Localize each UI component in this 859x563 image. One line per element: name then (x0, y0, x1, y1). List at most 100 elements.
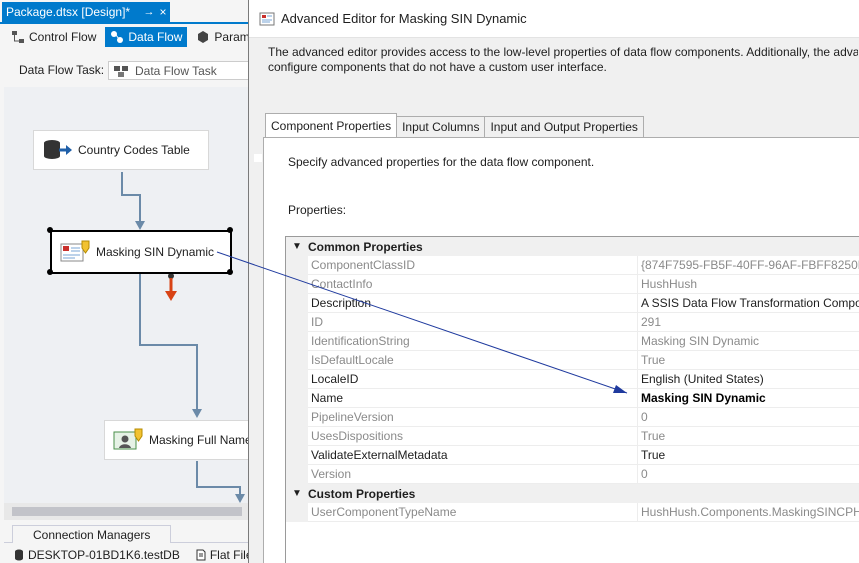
property-value[interactable]: A SSIS Data Flow Transformation Compon (638, 296, 859, 310)
component-masking-sin-dynamic[interactable]: Masking SIN Dynamic (50, 230, 232, 274)
row-gutter (286, 350, 308, 370)
connection-manager-label: Flat File Con (209, 547, 250, 562)
property-row[interactable]: Name Masking SIN Dynamic (286, 388, 859, 408)
data-flow-task-select[interactable]: Data Flow Task (108, 61, 258, 80)
property-row[interactable]: ContactInfo HushHush (286, 274, 859, 294)
database-connection-icon (15, 549, 23, 560)
pin-icon[interactable]: → (142, 6, 156, 18)
selection-handle[interactable] (227, 269, 233, 275)
property-name: ValidateExternalMetadata (308, 445, 638, 465)
property-name: Name (308, 388, 638, 408)
property-value: True (641, 353, 666, 367)
property-value: HushHush (641, 277, 698, 291)
flat-file-connection-icon (196, 549, 206, 560)
property-name: UserComponentTypeName (308, 502, 638, 522)
ssis-designer: Package.dtsx [Design]* → × Control Flow … (0, 0, 258, 563)
property-value: 291 (641, 315, 662, 329)
component-masking-full-name-label: Masking Full Name In (149, 433, 250, 447)
close-tab-icon[interactable]: × (156, 5, 170, 19)
advanced-editor-dialog: Advanced Editor for Masking SIN Dynamic … (248, 0, 859, 563)
property-grid[interactable]: ▼ Common Properties ComponentClassID {874… (285, 236, 859, 563)
dialog-title: Advanced Editor for Masking SIN Dynamic (281, 11, 527, 26)
property-value: HushHush.Components.MaskingSINCPH... (641, 505, 859, 519)
scrollbar-thumb[interactable] (12, 507, 242, 516)
property-row[interactable]: ID 291 (286, 312, 859, 332)
document-tab[interactable]: Package.dtsx [Design]* → × (2, 2, 170, 22)
property-row[interactable]: UsesDispositions True (286, 426, 859, 446)
document-tab-title: Package.dtsx [Design]* (6, 5, 131, 19)
property-name: ContactInfo (308, 274, 638, 294)
property-row[interactable]: Description A SSIS Data Flow Transformati… (286, 293, 859, 313)
tab-control-flow-label: Control Flow (29, 30, 97, 44)
properties-label: Properties: (288, 203, 347, 217)
property-value[interactable]: English (United States) (638, 372, 764, 386)
category-label: Custom Properties (308, 486, 416, 501)
property-row[interactable]: IdentificationString Masking SIN Dynamic (286, 331, 859, 351)
property-row[interactable]: IsDefaultLocale True (286, 350, 859, 370)
parameters-icon (198, 31, 209, 43)
property-row[interactable]: LocaleID English (United States) (286, 369, 859, 389)
document-tab-underline (0, 22, 250, 24)
tab-component-properties[interactable]: Component Properties (265, 113, 398, 137)
tab-control-flow[interactable]: Control Flow (6, 27, 101, 47)
row-gutter (286, 445, 308, 465)
tab-data-flow[interactable]: Data Flow (105, 27, 188, 47)
database-source-icon (44, 140, 72, 159)
common-properties-rows: ComponentClassID {874F7595-FB5F-40FF-96AF… (286, 255, 859, 484)
selection-handle[interactable] (47, 269, 53, 275)
property-value: {874F7595-FB5F-40FF-96AF-FBFF8250E3EF (641, 258, 859, 272)
row-gutter (286, 369, 308, 389)
property-name: Version (308, 464, 638, 484)
property-row[interactable]: ValidateExternalMetadata True (286, 445, 859, 465)
data-flow-canvas[interactable]: Country Codes Table Masking SIN Dynamic … (4, 87, 250, 503)
dialog-description-line1: The advanced editor provides access to t… (268, 45, 858, 59)
data-flow-task-row: Data Flow Task: Data Flow Task (0, 58, 258, 82)
designer-tab-bar: Control Flow Data Flow Parame (6, 26, 261, 48)
selection-handle[interactable] (47, 227, 53, 233)
dialog-title-bar[interactable]: Advanced Editor for Masking SIN Dynamic (249, 0, 859, 38)
row-gutter (286, 331, 308, 351)
row-gutter (286, 502, 308, 522)
dialog-description: The advanced editor provides access to t… (268, 45, 858, 75)
property-value: 0 (641, 467, 648, 481)
tab-input-columns[interactable]: Input Columns (396, 116, 486, 137)
connection-managers-tab[interactable]: Connection Managers (12, 525, 172, 543)
selection-handle[interactable] (227, 227, 233, 233)
canvas-horizontal-scrollbar[interactable] (4, 503, 250, 520)
masking-component-icon (60, 240, 90, 262)
component-masking-full-name[interactable]: Masking Full Name In (104, 420, 250, 460)
category-custom-properties[interactable]: ▼ Custom Properties (286, 484, 859, 503)
property-row[interactable]: ComponentClassID {874F7595-FB5F-40FF-96AF… (286, 255, 859, 275)
property-row[interactable]: PipelineVersion 0 (286, 407, 859, 427)
panel-description: Specify advanced properties for the data… (288, 155, 595, 169)
tab-data-flow-label: Data Flow (128, 30, 183, 44)
property-row[interactable]: Version 0 (286, 464, 859, 484)
connection-manager-item[interactable]: Flat File Con (196, 548, 250, 562)
row-gutter (286, 407, 308, 427)
control-flow-icon (12, 31, 24, 43)
connection-manager-item[interactable]: DESKTOP-01BD1K6.testDB (14, 548, 180, 562)
component-country-codes-label: Country Codes Table (78, 143, 190, 157)
property-name: PipelineVersion (308, 407, 638, 427)
property-value: Masking SIN Dynamic (641, 334, 760, 348)
collapse-chevron-icon[interactable]: ▼ (286, 241, 308, 252)
property-value[interactable]: Masking SIN Dynamic (638, 391, 766, 405)
data-flow-icon (111, 31, 124, 43)
property-name: Description (308, 293, 638, 313)
property-name: LocaleID (308, 369, 638, 389)
connection-manager-label: DESKTOP-01BD1K6.testDB (28, 547, 180, 562)
property-name: ID (308, 312, 638, 332)
property-value[interactable]: True (638, 448, 665, 462)
row-gutter (286, 312, 308, 332)
row-gutter (286, 255, 308, 275)
property-name: UsesDispositions (308, 426, 638, 446)
category-common-properties[interactable]: ▼ Common Properties (286, 237, 859, 256)
property-value: True (641, 429, 666, 443)
collapse-chevron-icon[interactable]: ▼ (286, 488, 308, 499)
advanced-editor-icon (259, 12, 275, 25)
property-name: ComponentClassID (308, 255, 638, 275)
component-country-codes-table[interactable]: Country Codes Table (33, 130, 209, 170)
property-row[interactable]: UserComponentTypeName HushHush.Components… (286, 502, 859, 522)
tab-input-output-properties[interactable]: Input and Output Properties (484, 116, 644, 137)
property-value: 0 (641, 410, 648, 424)
